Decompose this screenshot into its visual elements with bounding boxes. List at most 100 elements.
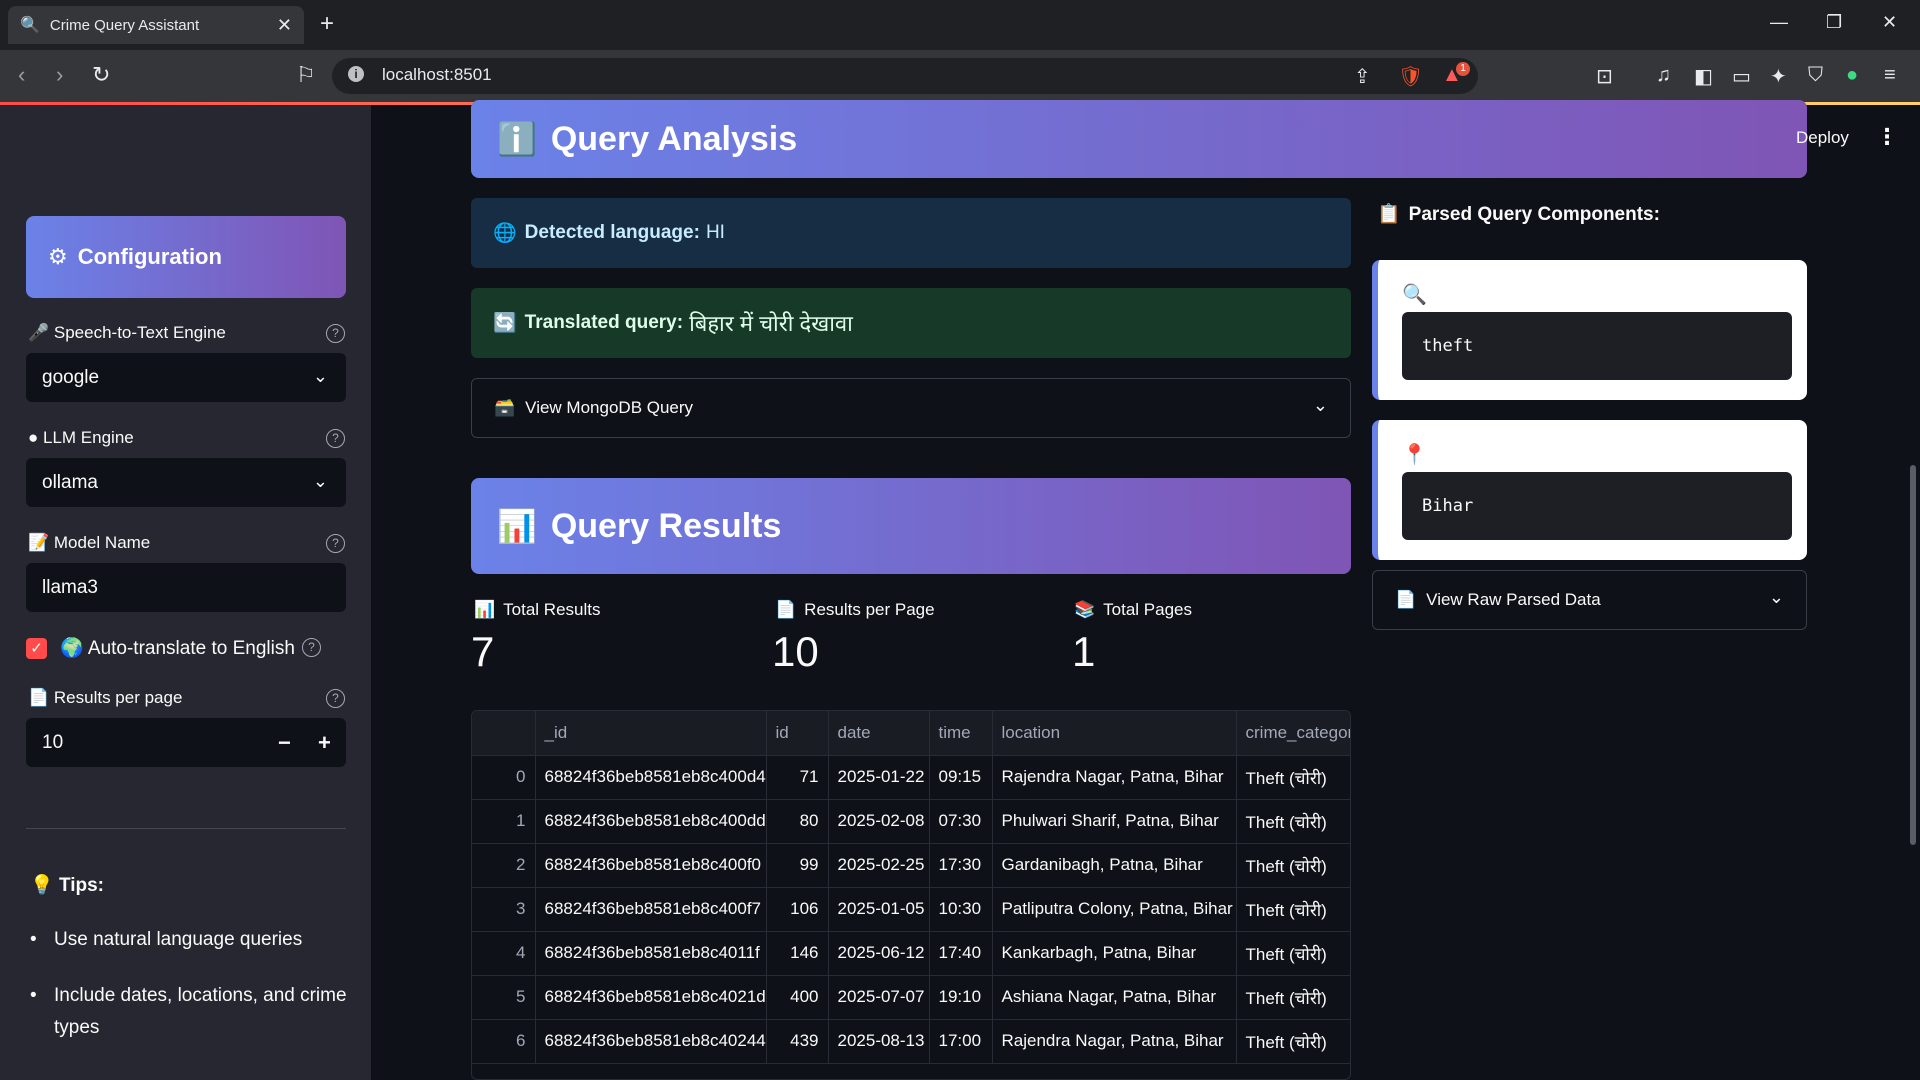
window-close-icon[interactable]: ✕	[1882, 12, 1897, 33]
deploy-button[interactable]: Deploy	[1796, 128, 1849, 148]
stt-engine-select[interactable]: google ⌄	[26, 353, 346, 402]
cell-time[interactable]: 09:15	[929, 755, 993, 800]
query-analysis-header: ℹ️ Query Analysis	[471, 100, 1807, 178]
auto-translate-checkbox[interactable]: ✓	[26, 638, 47, 659]
model-name-input[interactable]: llama3	[26, 563, 346, 612]
cell-_id[interactable]: 68824f36beb8581eb8c400d4	[535, 755, 767, 800]
bookmark-icon[interactable]: ⚐	[296, 62, 316, 88]
cell-date[interactable]: 2025-08-13	[828, 1019, 930, 1064]
forward-icon[interactable]: ›	[56, 62, 63, 88]
table-row[interactable]: 0 68824f36beb8581eb8c400d4 71 2025-01-22…	[472, 755, 1350, 800]
cell-location[interactable]: Gardanibagh, Patna, Bihar	[992, 843, 1237, 888]
cell-location[interactable]: Kankarbagh, Patna, Bihar	[992, 931, 1237, 976]
table-row[interactable]: 4 68824f36beb8581eb8c4011f 146 2025-06-1…	[472, 931, 1350, 976]
cell-crime-category[interactable]: Theft (चोरी)	[1236, 931, 1350, 976]
table-row[interactable]: 1 68824f36beb8581eb8c400dd 80 2025-02-08…	[472, 799, 1350, 844]
cell-date[interactable]: 2025-02-08	[828, 799, 930, 844]
cell-time[interactable]: 10:30	[929, 887, 993, 932]
close-icon[interactable]: ✕	[277, 15, 292, 36]
cell-time[interactable]: 07:30	[929, 799, 993, 844]
cell-crime-category[interactable]: Theft (चोरी)	[1236, 799, 1350, 844]
music-icon[interactable]: ♫	[1656, 64, 1671, 87]
browser-tab[interactable]: 🔍 Crime Query Assistant ✕	[8, 6, 304, 44]
cell-date[interactable]: 2025-06-12	[828, 931, 930, 976]
cell-id[interactable]: 71	[766, 755, 829, 800]
cell-id[interactable]: 99	[766, 843, 829, 888]
chevron-down-icon: ⌄	[312, 366, 328, 386]
cell-time[interactable]: 17:40	[929, 931, 993, 976]
minimize-icon[interactable]: —	[1770, 12, 1788, 33]
cell-time[interactable]: 17:30	[929, 843, 993, 888]
view-mongodb-expander[interactable]: 🗃️ View MongoDB Query ⌄	[471, 378, 1351, 438]
restore-icon[interactable]: ❐	[1826, 12, 1842, 33]
cell-date[interactable]: 2025-01-22	[828, 755, 930, 800]
cell-date[interactable]: 2025-01-05	[828, 887, 930, 932]
cell-crime-category[interactable]: Theft (चोरी)	[1236, 755, 1350, 800]
cell-crime-category[interactable]: Theft (चोरी)	[1236, 1019, 1350, 1064]
cell-_id[interactable]: 68824f36beb8581eb8c400dd	[535, 799, 767, 844]
auto-translate-label[interactable]: 🌍 Auto-translate to English	[60, 636, 295, 660]
cell-date[interactable]: 2025-07-07	[828, 975, 930, 1020]
cell-location[interactable]: Patliputra Colony, Patna, Bihar	[992, 887, 1237, 932]
url-text[interactable]: localhost:8501	[382, 65, 492, 85]
wallet-icon[interactable]: ▭	[1732, 64, 1751, 89]
cell-id[interactable]: 400	[766, 975, 829, 1020]
table-row[interactable]: 2 68824f36beb8581eb8c400f0 99 2025-02-25…	[472, 843, 1350, 888]
cell-id[interactable]: 439	[766, 1019, 829, 1064]
decrement-button[interactable]: −	[278, 730, 291, 756]
results-per-page-input[interactable]: 10	[26, 718, 346, 767]
reload-icon[interactable]: ↻	[92, 62, 110, 88]
column-header[interactable]	[472, 711, 536, 756]
column-header[interactable]: date	[828, 711, 930, 756]
main-scrollbar[interactable]	[1910, 465, 1916, 845]
menu-icon[interactable]: ≡	[1884, 64, 1896, 87]
profile-icon[interactable]: ●	[1846, 64, 1858, 87]
screenshot-icon[interactable]: ⊡	[1596, 64, 1613, 89]
brave-shield-icon[interactable]: 🛡	[1398, 64, 1423, 89]
cell-time[interactable]: 19:10	[929, 975, 993, 1020]
help-icon[interactable]: ?	[302, 638, 321, 657]
cell-crime-category[interactable]: Theft (चोरी)	[1236, 975, 1350, 1020]
llm-engine-select[interactable]: ollama ⌄	[26, 458, 346, 507]
view-raw-parsed-expander[interactable]: 📄 View Raw Parsed Data ⌄	[1372, 570, 1807, 630]
cell-_id[interactable]: 68824f36beb8581eb8c40244	[535, 1019, 767, 1064]
cell-crime-category[interactable]: Theft (चोरी)	[1236, 887, 1350, 932]
cell-location[interactable]: Ashiana Nagar, Patna, Bihar	[992, 975, 1237, 1020]
new-tab-icon[interactable]: +	[320, 10, 334, 38]
site-info-icon[interactable]: i	[348, 66, 364, 82]
cell-location[interactable]: Rajendra Nagar, Patna, Bihar	[992, 755, 1237, 800]
cell-id[interactable]: 106	[766, 887, 829, 932]
cell-location[interactable]: Rajendra Nagar, Patna, Bihar	[992, 1019, 1237, 1064]
table-row[interactable]: 3 68824f36beb8581eb8c400f7 106 2025-01-0…	[472, 887, 1350, 932]
table-row[interactable]: 6 68824f36beb8581eb8c40244 439 2025-08-1…	[472, 1019, 1350, 1064]
more-options-icon[interactable]: ⋮	[1876, 124, 1898, 150]
ai-sparkle-icon[interactable]: ✦	[1770, 64, 1787, 89]
sidebar-toggle-icon[interactable]: ◧	[1694, 64, 1713, 89]
cell-id[interactable]: 146	[766, 931, 829, 976]
cell-date[interactable]: 2025-02-25	[828, 843, 930, 888]
address-bar[interactable]	[332, 58, 1478, 94]
help-icon[interactable]: ?	[326, 534, 345, 553]
column-header[interactable]: location	[992, 711, 1237, 756]
increment-button[interactable]: +	[318, 730, 331, 756]
results-table[interactable]: _id id date time location crime_categor …	[471, 710, 1351, 1080]
column-header[interactable]: time	[929, 711, 993, 756]
share-icon[interactable]: ⇪	[1354, 64, 1371, 89]
cell-_id[interactable]: 68824f36beb8581eb8c400f7	[535, 887, 767, 932]
cell-crime-category[interactable]: Theft (चोरी)	[1236, 843, 1350, 888]
help-icon[interactable]: ?	[326, 324, 345, 343]
back-icon[interactable]: ‹	[18, 62, 25, 88]
column-header[interactable]: _id	[535, 711, 767, 756]
cell-_id[interactable]: 68824f36beb8581eb8c4021d	[535, 975, 767, 1020]
cell-_id[interactable]: 68824f36beb8581eb8c4011f	[535, 931, 767, 976]
help-icon[interactable]: ?	[326, 689, 345, 708]
column-header[interactable]: crime_categor	[1236, 711, 1350, 756]
table-row[interactable]: 5 68824f36beb8581eb8c4021d 400 2025-07-0…	[472, 975, 1350, 1020]
cell-time[interactable]: 17:00	[929, 1019, 993, 1064]
column-header[interactable]: id	[766, 711, 829, 756]
cell-id[interactable]: 80	[766, 799, 829, 844]
vpn-icon[interactable]: ⛉	[1808, 64, 1823, 87]
cell-_id[interactable]: 68824f36beb8581eb8c400f0	[535, 843, 767, 888]
help-icon[interactable]: ?	[326, 429, 345, 448]
cell-location[interactable]: Phulwari Sharif, Patna, Bihar	[992, 799, 1237, 844]
